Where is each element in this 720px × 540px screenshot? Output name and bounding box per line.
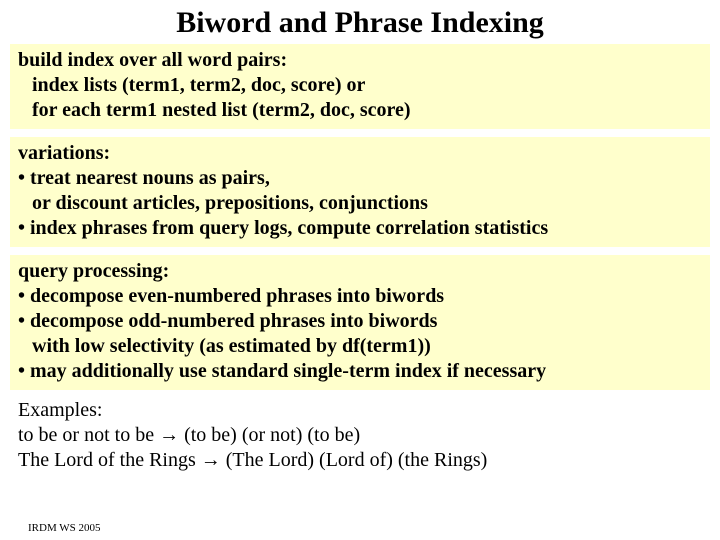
bullet-line: • decompose even-numbered phrases into b… xyxy=(18,284,702,309)
slide: Biword and Phrase Indexing build index o… xyxy=(0,0,720,540)
text-line: index lists (term1, term2, doc, score) o… xyxy=(18,73,702,98)
text-line: with low selectivity (as estimated by df… xyxy=(18,334,702,359)
text-line: query processing: xyxy=(18,259,702,284)
footer-text: IRDM WS 2005 xyxy=(28,522,101,534)
examples-label: Examples: xyxy=(18,398,702,423)
block-query-processing: query processing: • decompose even-numbe… xyxy=(10,255,710,390)
bullet-line: • decompose odd-numbered phrases into bi… xyxy=(18,309,702,334)
bullet-line: • index phrases from query logs, compute… xyxy=(18,216,702,241)
bullet-line: • treat nearest nouns as pairs, xyxy=(18,166,702,191)
block-examples: Examples: to be or not to be → (to be) (… xyxy=(10,398,710,473)
slide-title: Biword and Phrase Indexing xyxy=(0,0,720,44)
bullet-line: • may additionally use standard single-t… xyxy=(18,359,702,384)
text-line: or discount articles, prepositions, conj… xyxy=(18,191,702,216)
text-line: build index over all word pairs: xyxy=(18,48,702,73)
block-variations: variations: • treat nearest nouns as pai… xyxy=(10,137,710,247)
example-line: The Lord of the Rings → (The Lord) (Lord… xyxy=(18,448,702,473)
text-line: for each term1 nested list (term2, doc, … xyxy=(18,98,702,123)
example-line: to be or not to be → (to be) (or not) (t… xyxy=(18,423,702,448)
block-build-index: build index over all word pairs: index l… xyxy=(10,44,710,129)
text-line: variations: xyxy=(18,141,702,166)
